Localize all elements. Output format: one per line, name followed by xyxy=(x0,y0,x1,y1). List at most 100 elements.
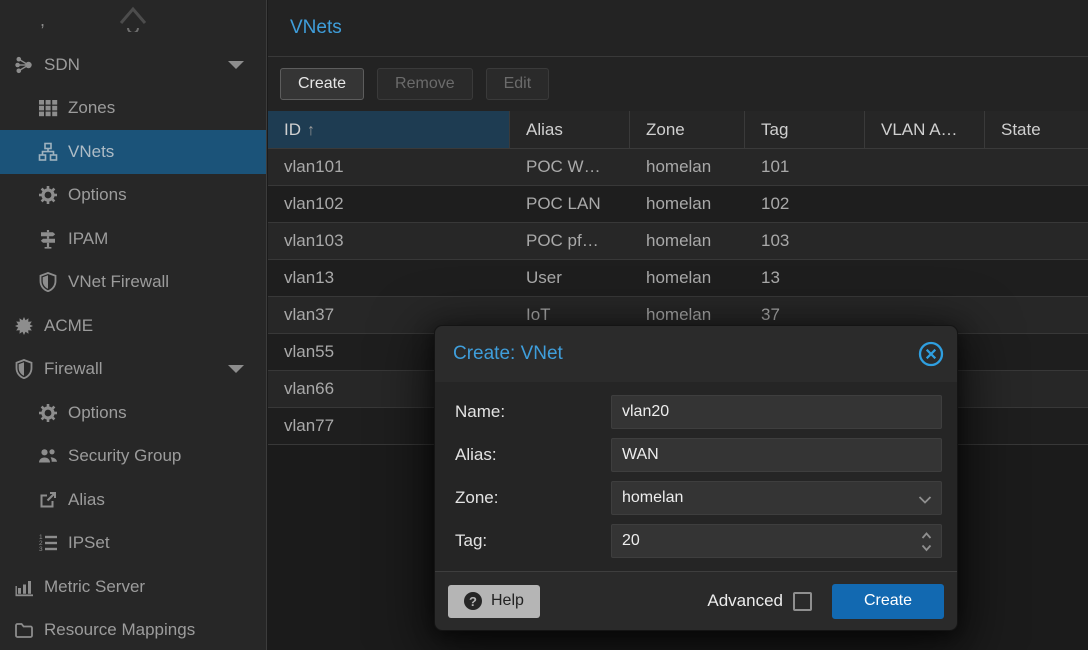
create-button[interactable]: Create xyxy=(280,68,364,100)
sidebar-item-sdn[interactable]: SDN xyxy=(0,43,266,87)
cell-vlan-aware xyxy=(865,186,985,222)
cell-tag: 103 xyxy=(745,223,865,259)
edit-button[interactable]: Edit xyxy=(486,68,550,100)
sidebar-item-firewall-options[interactable]: Options xyxy=(0,391,266,435)
cell-state xyxy=(985,186,1088,222)
tag-value: 20 xyxy=(622,532,640,550)
zone-label: Zone: xyxy=(455,488,611,508)
share-network-icon xyxy=(14,55,44,75)
name-input[interactable] xyxy=(611,395,942,429)
sidebar-item-resource-mappings[interactable]: Resource Mappings xyxy=(0,609,266,650)
bar-chart-icon xyxy=(14,577,44,597)
sidebar-item-label: IPAM xyxy=(68,229,108,249)
sidebar-item-zones[interactable]: Zones xyxy=(0,87,266,131)
cell-state xyxy=(985,371,1088,407)
column-header-zone[interactable]: Zone xyxy=(630,111,745,148)
sidebar-item-acme[interactable]: ACME xyxy=(0,304,266,348)
svg-text:3: 3 xyxy=(39,546,43,553)
column-header-tag[interactable]: Tag xyxy=(745,111,865,148)
tag-spinner[interactable]: 20 xyxy=(611,524,942,558)
sort-ascending-icon: ↑ xyxy=(307,122,315,139)
sidebar-item-label: Security Group xyxy=(68,446,181,466)
chevron-down-icon[interactable] xyxy=(917,482,933,516)
cell-id: vlan13 xyxy=(268,260,510,296)
cell-vlan-aware xyxy=(865,149,985,185)
zone-selected-value: homelan xyxy=(622,489,683,507)
cell-state xyxy=(985,149,1088,185)
page-title: VNets xyxy=(290,17,342,39)
cell-alias: User xyxy=(510,260,630,296)
spinner-up-down-icon[interactable] xyxy=(920,525,933,559)
alias-field-row: Alias: xyxy=(455,438,942,472)
cell-id: vlan102 xyxy=(268,186,510,222)
sidebar-item-metric-server[interactable]: Metric Server xyxy=(0,565,266,609)
advanced-checkbox[interactable] xyxy=(793,592,812,611)
sidebar-item-label: Zones xyxy=(68,98,115,118)
dialog-header[interactable]: Create: VNet xyxy=(435,326,957,382)
advanced-label: Advanced xyxy=(707,591,783,611)
sidebar-item-label: Resource Mappings xyxy=(44,620,195,640)
sidebar-item-label: Metric Server xyxy=(44,577,145,597)
shield-icon xyxy=(38,272,68,292)
close-icon[interactable] xyxy=(918,341,944,367)
table-row[interactable]: vlan102 POC LAN homelan 102 xyxy=(268,186,1088,223)
dialog-title: Create: VNet xyxy=(453,343,563,365)
chevron-up-icon xyxy=(111,2,155,32)
tag-label: Tag: xyxy=(455,531,611,551)
sidebar-item-vnets[interactable]: VNets xyxy=(0,130,266,174)
sidebar-item-sdn-options[interactable]: Options xyxy=(0,174,266,218)
cell-id: vlan101 xyxy=(268,149,510,185)
help-button-label: Help xyxy=(491,592,524,610)
dialog-create-button[interactable]: Create xyxy=(832,584,944,619)
clipped-text-fragment: , xyxy=(40,10,45,31)
cell-alias: POC pf… xyxy=(510,223,630,259)
table-row[interactable]: vlan103 POC pf… homelan 103 xyxy=(268,223,1088,260)
alias-input[interactable] xyxy=(611,438,942,472)
table-header-row: ID ↑ Alias Zone Tag VLAN A… State xyxy=(268,111,1088,149)
column-header-id[interactable]: ID ↑ xyxy=(268,111,510,148)
cell-state xyxy=(985,223,1088,259)
help-button[interactable]: ? Help xyxy=(448,585,540,618)
sidebar-item-ipam[interactable]: IPAM xyxy=(0,217,266,261)
sidebar-item-ipset[interactable]: 123 IPSet xyxy=(0,522,266,566)
sidebar-item-security-group[interactable]: Security Group xyxy=(0,435,266,479)
signpost-icon xyxy=(38,229,68,249)
sidebar-item-label: Options xyxy=(68,185,127,205)
cell-state xyxy=(985,297,1088,333)
cell-vlan-aware xyxy=(865,223,985,259)
sidebar-item-label: VNets xyxy=(68,142,114,162)
column-header-state[interactable]: State xyxy=(985,111,1088,148)
column-header-alias[interactable]: Alias xyxy=(510,111,630,148)
folder-icon xyxy=(14,620,44,640)
table-row[interactable]: vlan13 User homelan 13 xyxy=(268,260,1088,297)
users-icon xyxy=(38,446,68,466)
alias-label: Alias: xyxy=(455,445,611,465)
sidebar-item-vnet-firewall[interactable]: VNet Firewall xyxy=(0,261,266,305)
sidebar-item-label: VNet Firewall xyxy=(68,272,169,292)
zone-field-row: Zone: homelan xyxy=(455,481,942,515)
sitemap-icon xyxy=(38,142,68,162)
zone-select[interactable]: homelan xyxy=(611,481,942,515)
create-vnet-dialog: Create: VNet Name: Alias: Zone: homelan xyxy=(434,325,958,631)
toolbar: Create Remove Edit xyxy=(268,57,1088,111)
dialog-footer: ? Help Advanced Create xyxy=(435,571,957,630)
chevron-down-icon xyxy=(228,365,244,373)
sidebar-scroll-up[interactable]: , xyxy=(0,0,266,43)
cell-state xyxy=(985,260,1088,296)
cell-tag: 102 xyxy=(745,186,865,222)
sidebar-item-alias[interactable]: Alias xyxy=(0,478,266,522)
cell-alias: POC W… xyxy=(510,149,630,185)
sidebar-item-firewall[interactable]: Firewall xyxy=(0,348,266,392)
cell-zone: homelan xyxy=(630,186,745,222)
sidebar-item-label: Options xyxy=(68,403,127,423)
column-header-label: ID xyxy=(284,120,301,139)
external-link-icon xyxy=(38,490,68,510)
cell-state xyxy=(985,408,1088,444)
cell-tag: 13 xyxy=(745,260,865,296)
sidebar-item-label: Firewall xyxy=(44,359,103,379)
name-field-row: Name: xyxy=(455,395,942,429)
table-row[interactable]: vlan101 POC W… homelan 101 xyxy=(268,149,1088,186)
remove-button[interactable]: Remove xyxy=(377,68,473,100)
column-header-vlan-aware[interactable]: VLAN A… xyxy=(865,111,985,148)
proxmox-sdn-page: , SDN Zones VNets xyxy=(0,0,1088,650)
